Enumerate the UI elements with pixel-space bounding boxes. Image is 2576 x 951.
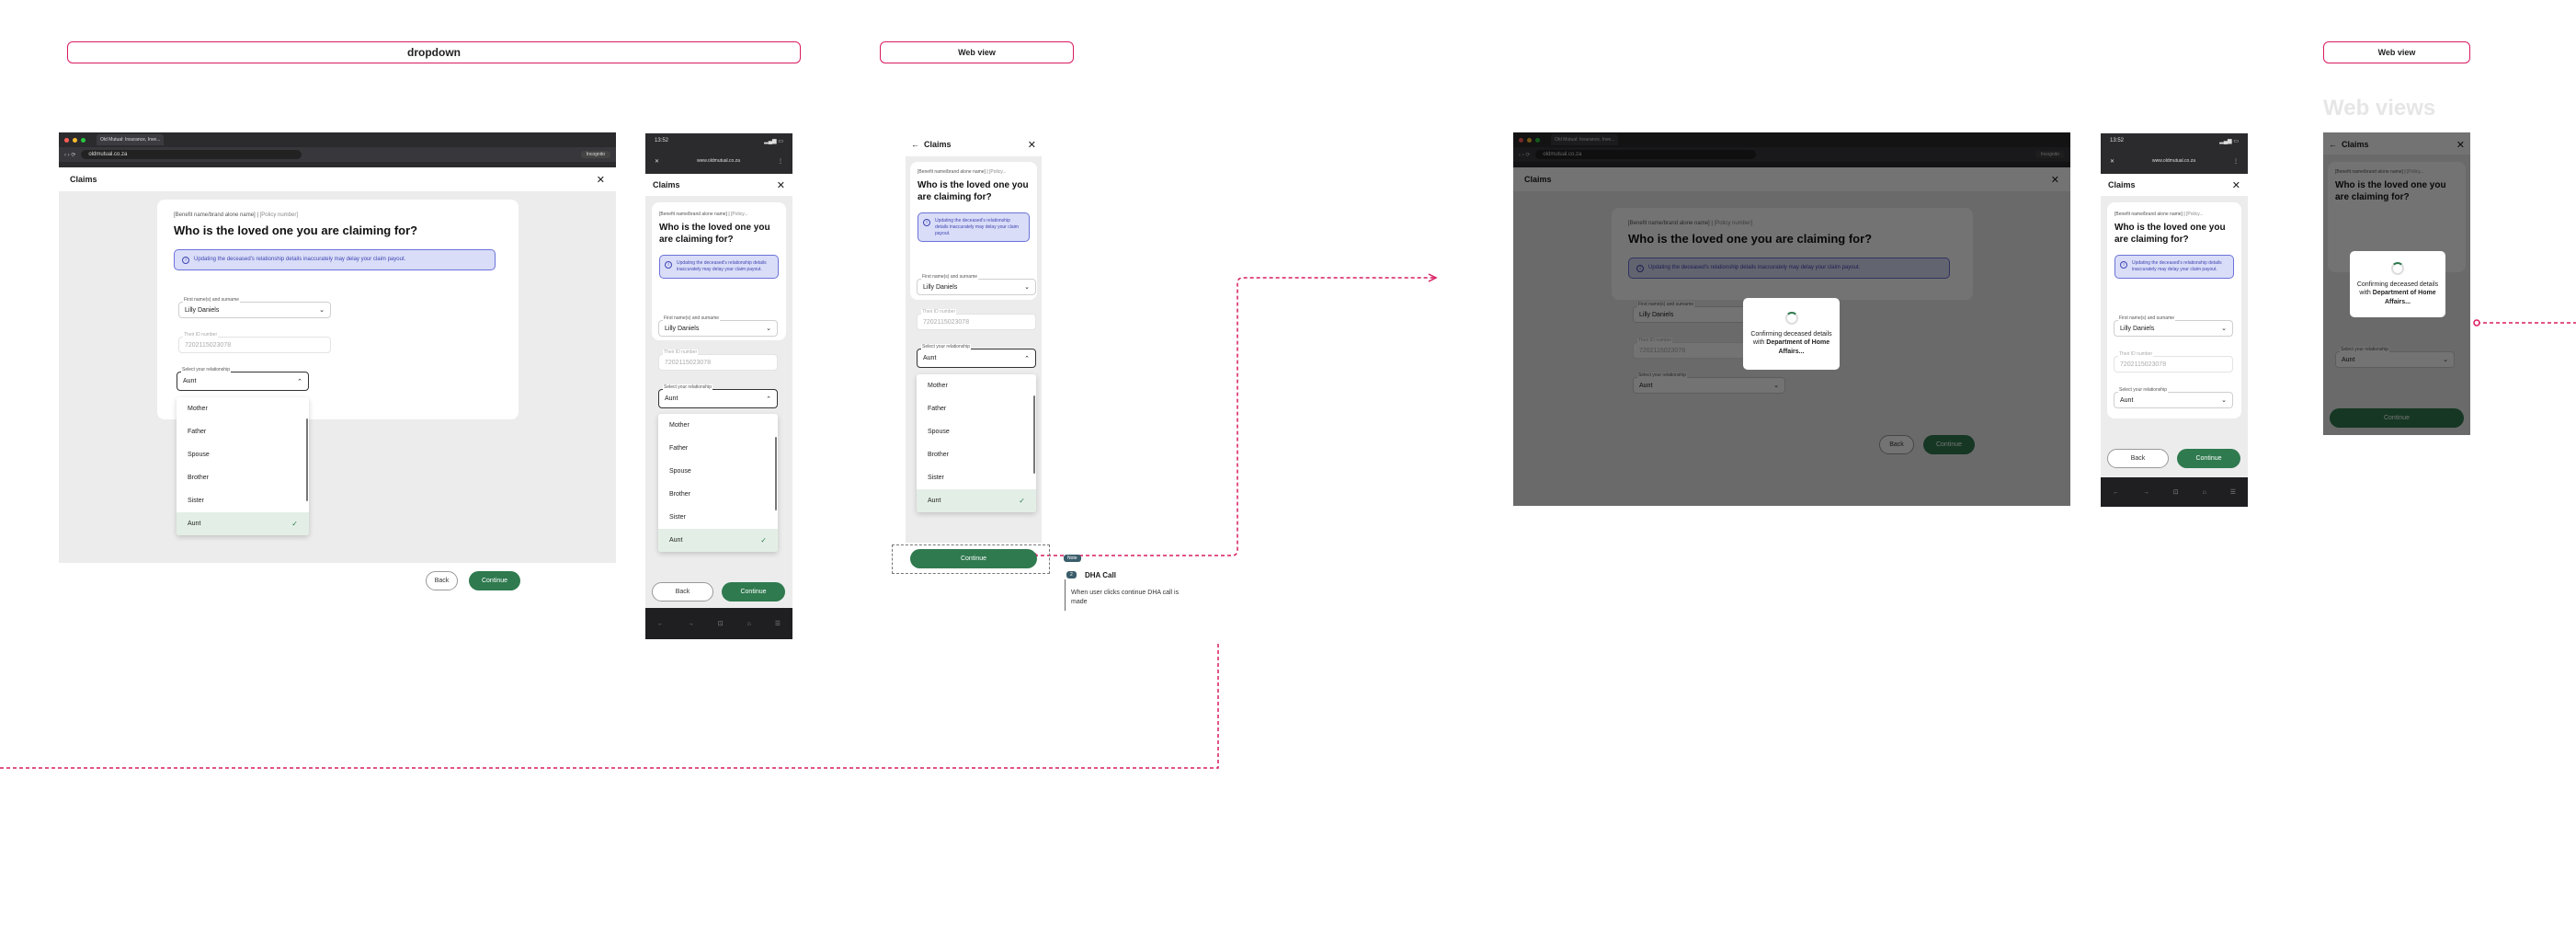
phone-status-bar-2: 13:52 ▂▄▆ ▭	[2101, 133, 2248, 148]
app-header-mobile-2: Claims ✕	[2101, 174, 2248, 196]
phone-url-bar[interactable]: ✕ www.oldmutual.co.za ⋮	[645, 148, 792, 174]
app-header: Claims ✕	[59, 167, 616, 191]
relationship-menu: Mother Father Spouse Brother Sister Aunt…	[177, 397, 309, 535]
info-icon: i	[182, 257, 189, 265]
app-header-mobile: Claims ✕	[645, 174, 792, 196]
back-button-mobile-2[interactable]: Back	[2107, 449, 2169, 468]
minimize-dot-icon[interactable]	[73, 137, 77, 143]
relationship-menu-mobile: Mother Father Spouse Brother Sister Aunt…	[658, 414, 778, 552]
menu-scrollbar-mobile[interactable]	[775, 437, 777, 510]
relationship-select-webview[interactable]: Select your relationship Aunt ⌃	[917, 344, 1036, 368]
id-field-mobile: Their ID number 7202115023078	[658, 349, 778, 371]
relationship-select-mobile[interactable]: Select your relationship Aunt ⌃	[658, 384, 778, 408]
page-title: Who is the loved one you are claiming fo…	[174, 223, 418, 237]
spinner-icon	[1784, 311, 1798, 325]
loading-modal-2: Confirming deceased details with Departm…	[2350, 251, 2445, 317]
option-father[interactable]: Father	[177, 420, 309, 443]
close-icon[interactable]: ✕	[1028, 139, 1036, 151]
name-field-mobile[interactable]: First name(s) and surname Lilly Daniels ⌄	[658, 315, 778, 337]
option-brother[interactable]: Brother	[177, 466, 309, 489]
name-field-webview[interactable]: First name(s) and surname Lilly Daniels ⌄	[917, 274, 1036, 295]
phone-status-bar: 13:52 ▂▄▆ ▭	[645, 133, 792, 148]
menu-dots-icon[interactable]: ⋮	[778, 158, 783, 165]
note-rule	[1065, 579, 1066, 611]
phone-nav-bar-2: ← → ⊡ ⌂ ☰	[2101, 477, 2248, 507]
relationship-field-mobile-2[interactable]: Select your relationship Aunt ⌄	[2114, 387, 2233, 408]
browser-tab[interactable]: Old Mutual: Insurance, Inve...	[97, 134, 165, 145]
option-mother[interactable]: Mother	[177, 397, 309, 420]
phone-url-bar-2[interactable]: ✕ www.oldmutual.co.za ⋮	[2101, 148, 2248, 174]
option-sister[interactable]: Sister	[177, 489, 309, 512]
name-field[interactable]: First name(s) and surname Lilly Daniels ⌄	[178, 297, 331, 318]
app-title: Claims	[70, 175, 97, 184]
page-title-mobile: Who is the loved one you are claiming fo…	[659, 223, 770, 245]
note-body: When user clicks continue DHA call is ma…	[1071, 590, 1180, 605]
address-bar[interactable]: oldmutual.co.za	[81, 150, 302, 159]
incognito-badge: Incognito	[580, 151, 610, 158]
chevron-up-icon: ⌃	[297, 378, 302, 385]
close-icon[interactable]: ✕	[597, 174, 605, 186]
id-field: Their ID number 7202115023078	[178, 332, 331, 353]
back-button[interactable]: Back	[426, 571, 458, 590]
warning-banner-mobile: i Updating the deceased's relationship de…	[659, 255, 779, 279]
relationship-select[interactable]: Select your relationship Aunt ⌃	[177, 367, 309, 391]
continue-button-webview[interactable]: Continue	[910, 549, 1037, 568]
option-aunt[interactable]: Aunt ✓	[177, 512, 309, 535]
continue-button[interactable]: Continue	[469, 571, 520, 590]
close-icon[interactable]: ✕	[777, 179, 785, 191]
warning-banner: i Updating the deceased's relationship de…	[174, 249, 496, 271]
relationship-menu-webview: Mother Father Spouse Brother Sister Aunt…	[917, 374, 1036, 512]
menu-scrollbar-webview[interactable]	[1033, 395, 1035, 474]
continue-button-mobile-2[interactable]: Continue	[2177, 449, 2240, 468]
back-arrow-icon[interactable]: ←	[911, 140, 919, 149]
loading-modal: Confirming deceased details with Departm…	[1743, 298, 1840, 370]
id-field-mobile-2: Their ID number 7202115023078	[2114, 351, 2233, 372]
note-badge: 2	[1066, 571, 1077, 579]
claim-card-mobile-2: [Benefit name/brand alone name] | [Polic…	[2107, 202, 2241, 418]
maximize-dot-icon[interactable]	[81, 137, 85, 143]
menu-scrollbar[interactable]	[306, 418, 308, 501]
continue-button-mobile[interactable]: Continue	[722, 582, 785, 602]
check-icon: ✓	[291, 520, 298, 528]
id-field-webview: Their ID number 7202115023078	[917, 309, 1036, 330]
chevron-down-icon: ⌄	[319, 307, 325, 314]
signal-battery-icon: ▂▄▆ ▭	[764, 138, 783, 144]
option-spouse[interactable]: Spouse	[177, 443, 309, 466]
eyebrow: [Benefit name/brand alone name] | [Polic…	[174, 212, 298, 218]
back-button-mobile[interactable]: Back	[652, 582, 713, 602]
phone-nav-bar: ← → ⊡ ⌂ ☰	[645, 608, 792, 639]
nav-arrows-icon[interactable]: ‹ › ⟳	[64, 152, 75, 158]
note-pill: Note	[1064, 555, 1081, 562]
name-field-mobile-2[interactable]: First name(s) and surname Lilly Daniels ⌄	[2114, 315, 2233, 337]
app-header-webview: ← Claims ✕	[906, 134, 1042, 155]
browser-chrome-desktop: Old Mutual: Insurance, Inve... ‹ › ⟳ oldm…	[59, 132, 616, 167]
close-tab-icon[interactable]: ✕	[655, 158, 659, 165]
note-title: DHA Call	[1085, 571, 1116, 579]
close-dot-icon[interactable]	[64, 137, 69, 143]
